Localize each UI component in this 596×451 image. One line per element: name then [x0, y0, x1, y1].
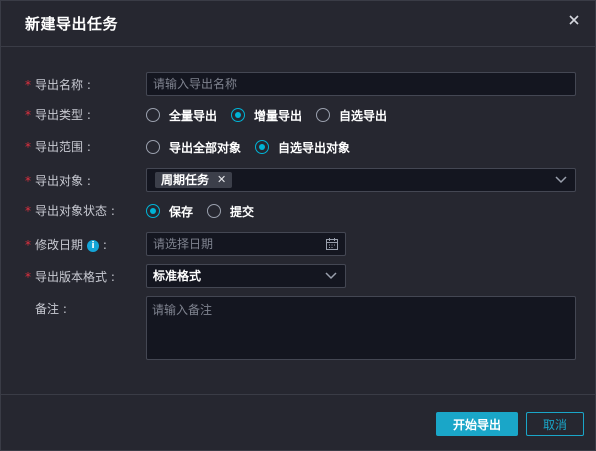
export-task-dialog: 新建导出任务 * 导出名称 : 请输入导出名称 * 导出类型 : 全量导出 增量导出… — [0, 0, 596, 451]
export-name-input[interactable]: 请输入导出名称 — [146, 72, 576, 96]
radio-incremental-export[interactable]: 增量导出 — [231, 107, 302, 124]
radio-circle-selected — [231, 108, 246, 122]
modify-date-label: * 修改日期 i : — [25, 238, 107, 252]
radio-circle-selected — [146, 204, 160, 218]
export-type-radio-group: 全量导出 增量导出 自选导出 — [146, 102, 399, 128]
export-name-label: * 导出名称 : — [25, 78, 91, 92]
row-remark: 备注 : 请输入备注 — [1, 296, 595, 362]
export-objects-select[interactable]: 周期任务 ✕ — [146, 168, 576, 192]
start-export-button[interactable]: 开始导出 — [436, 412, 518, 436]
row-export-format: * 导出版本格式 : 标准格式 — [1, 264, 595, 290]
radio-custom-objects[interactable]: 自选导出对象 — [255, 139, 350, 156]
radio-export-all-objects[interactable]: 导出全部对象 — [146, 139, 241, 156]
modify-date-picker[interactable]: 请选择日期 — [146, 232, 346, 256]
export-objects-label: * 导出对象 : — [25, 174, 91, 188]
radio-submit[interactable]: 提交 — [207, 203, 254, 220]
export-range-radio-group: 导出全部对象 自选导出对象 — [146, 134, 362, 160]
cancel-button[interactable]: 取消 — [526, 412, 584, 436]
calendar-icon — [326, 238, 338, 250]
row-export-type: * 导出类型 : 全量导出 增量导出 自选导出 — [1, 102, 595, 128]
radio-circle-selected — [255, 140, 270, 154]
row-export-range: * 导出范围 : 导出全部对象 自选导出对象 — [1, 134, 595, 160]
radio-full-export[interactable]: 全量导出 — [146, 107, 217, 124]
object-tag: 周期任务 ✕ — [155, 172, 233, 188]
export-status-radio-group: 保存 提交 — [146, 198, 266, 224]
radio-circle — [146, 140, 160, 154]
export-format-label: * 导出版本格式 : — [25, 270, 115, 284]
modify-date-placeholder: 请选择日期 — [153, 237, 214, 251]
row-modify-date: * 修改日期 i : 请选择日期 — [1, 232, 595, 258]
row-export-objects: * 导出对象 : 周期任务 ✕ — [1, 168, 595, 194]
export-format-select[interactable]: 标准格式 — [146, 264, 346, 288]
remark-placeholder: 请输入备注 — [152, 303, 213, 317]
chevron-down-icon — [325, 272, 337, 280]
object-tag-label: 周期任务 — [161, 173, 210, 187]
dialog-footer: 开始导出 取消 — [1, 394, 595, 451]
export-name-placeholder: 请输入导出名称 — [153, 77, 238, 91]
export-range-label: * 导出范围 : — [25, 140, 91, 154]
export-format-value: 标准格式 — [153, 269, 202, 283]
radio-save[interactable]: 保存 — [146, 203, 193, 220]
remark-label: 备注 : — [35, 302, 67, 316]
close-icon[interactable] — [567, 13, 581, 27]
export-status-label: * 导出对象状态 : — [25, 204, 115, 218]
chevron-down-icon — [555, 176, 567, 184]
row-export-name: * 导出名称 : 请输入导出名称 — [1, 72, 595, 98]
radio-circle — [316, 108, 331, 122]
radio-custom-export[interactable]: 自选导出 — [316, 107, 387, 124]
export-type-label: * 导出类型 : — [25, 108, 91, 122]
remark-textarea[interactable]: 请输入备注 — [146, 296, 576, 360]
radio-circle — [207, 204, 222, 218]
tag-remove-icon[interactable]: ✕ — [217, 172, 226, 188]
info-icon[interactable]: i — [87, 239, 100, 252]
row-export-status: * 导出对象状态 : 保存 提交 — [1, 198, 595, 224]
dialog-header: 新建导出任务 — [1, 1, 595, 47]
radio-circle — [146, 108, 160, 122]
dialog-title: 新建导出任务 — [25, 15, 119, 33]
